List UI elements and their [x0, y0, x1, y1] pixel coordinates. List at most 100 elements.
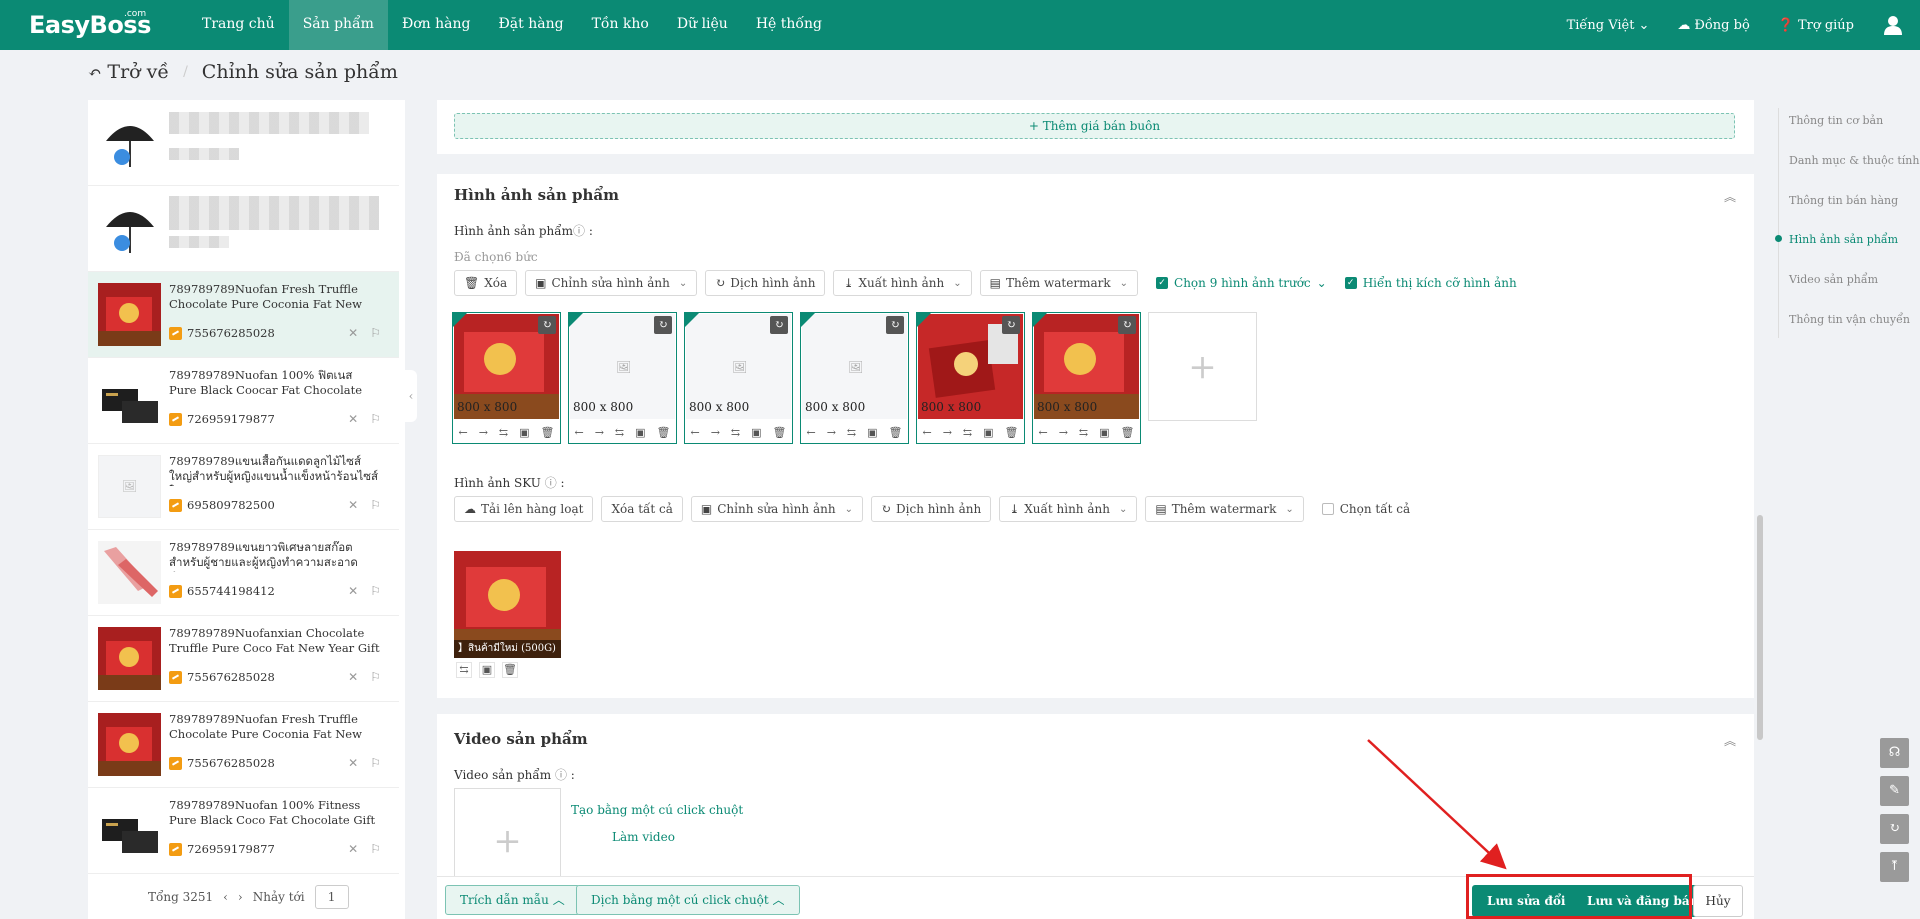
delete-all-button[interactable]: Xóa tất cả [601, 496, 683, 522]
one-click-translate-button[interactable]: Dịch bằng một cú click chuột ︿ [576, 885, 800, 915]
prev-page-icon[interactable]: ‹ [223, 890, 228, 904]
sync-button[interactable]: ☁ Đồng bộ [1677, 18, 1749, 33]
arrow-left-icon[interactable]: ← [458, 426, 467, 439]
cancel-button[interactable]: Hủy [1693, 885, 1743, 917]
collapse-panel-button[interactable]: ‹ [405, 370, 417, 422]
list-item[interactable]: 789789789Nuofan Fresh Truffle Chocolate … [88, 272, 399, 358]
rotate-icon[interactable]: ↻ [770, 316, 788, 334]
user-icon[interactable] [1884, 15, 1902, 35]
show-size-checkbox[interactable]: ✓ Hiển thị kích cỡ hình ảnh [1344, 276, 1517, 290]
swap-icon[interactable]: ⇆ [847, 426, 856, 439]
swap-icon[interactable]: ⇆ [1079, 426, 1088, 439]
make-video-link[interactable]: Làm video [612, 830, 675, 844]
sku-export-dropdown[interactable]: ⤓ Xuất hình ảnh ⌄ [999, 496, 1138, 522]
delete-button[interactable]: 🗑 Xóa [454, 270, 518, 296]
rotate-icon[interactable]: ↻ [1002, 316, 1020, 334]
arrow-left-icon[interactable]: ← [574, 426, 583, 439]
arrow-right-icon[interactable]: → [943, 426, 952, 439]
sku-image-tile[interactable]: 】สินค้ามีใหม่ (500G) [454, 551, 561, 658]
back-link[interactable]: Trở về [107, 61, 169, 83]
bulk-upload-button[interactable]: ☁ Tải lên hàng loạt [454, 496, 594, 522]
list-item[interactable]: 🖼 789789789แขนเสื้อกันแดดลูกไม้ไซส์ใหญ่ส… [88, 444, 399, 530]
rotate-icon[interactable]: ↻ [654, 316, 672, 334]
image-icon[interactable]: ▣ [519, 426, 529, 439]
list-item[interactable]: 789789789Nuofanxian Chocolate Truffle Pu… [88, 616, 399, 702]
arrow-left-icon[interactable]: ← [1038, 426, 1047, 439]
image-icon[interactable]: ▣ [479, 662, 495, 678]
back-icon[interactable]: ↶ [88, 63, 101, 82]
list-item[interactable]: 789789789Nuofan 100% Fitness Pure Black … [88, 788, 399, 874]
image-icon[interactable]: ▣ [1099, 426, 1109, 439]
flag-icon[interactable]: ⚐ [370, 412, 381, 426]
product-image-tile[interactable]: 🖼 ↻ 800 x 800 ← → ⇆ ▣ 🗑 [684, 312, 793, 444]
arrow-right-icon[interactable]: → [711, 426, 720, 439]
close-icon[interactable]: ✕ [348, 498, 358, 512]
add-wholesale-price-button[interactable]: + Thêm giá bán buôn [454, 113, 1735, 139]
list-item[interactable]: 789789789Nuofan Fresh Truffle Chocolate … [88, 702, 399, 788]
anchor-product-images[interactable]: Hình ảnh sản phẩm [1789, 233, 1898, 246]
swap-icon[interactable]: ⇆ [499, 426, 508, 439]
nav-home[interactable]: Trang chủ [188, 0, 289, 50]
headset-icon[interactable]: ☊ [1880, 738, 1909, 768]
image-icon[interactable]: ▣ [867, 426, 877, 439]
nav-orders[interactable]: Đơn hàng [388, 0, 485, 50]
help-icon[interactable]: ⓘ [573, 224, 585, 238]
help-icon[interactable]: ⓘ [555, 768, 567, 782]
add-image-button[interactable]: + [1148, 312, 1257, 421]
note-icon[interactable]: ✎ [1880, 776, 1909, 806]
flag-icon[interactable]: ⚐ [370, 670, 381, 684]
watermark-dropdown[interactable]: ▤ Thêm watermark ⌄ [979, 270, 1139, 296]
arrow-right-icon[interactable]: → [1059, 426, 1068, 439]
trash-icon[interactable]: 🗑 [502, 662, 518, 678]
arrow-left-icon[interactable]: ← [922, 426, 931, 439]
rotate-icon[interactable]: ↻ [1118, 316, 1136, 334]
sku-translate-button[interactable]: ↻ Dịch hình ảnh [870, 496, 992, 522]
product-image-tile[interactable]: ↻ 800 x 800 ← → ⇆ ▣ 🗑 [916, 312, 1025, 444]
close-icon[interactable]: ✕ [348, 326, 358, 340]
nav-products[interactable]: Sản phẩm [288, 0, 388, 50]
close-icon[interactable]: ✕ [348, 412, 358, 426]
next-page-icon[interactable]: › [238, 890, 243, 904]
swap-icon[interactable]: ⇆ [731, 426, 740, 439]
anchor-product-video[interactable]: Video sản phẩm [1789, 273, 1878, 286]
list-item[interactable]: 789789789Nuofan 100% ฟิตเนส Pure Black C… [88, 358, 399, 444]
flag-icon[interactable]: ⚐ [370, 584, 381, 598]
nav-data[interactable]: Dữ liệu [663, 0, 742, 50]
trash-icon[interactable]: 🗑 [1120, 426, 1134, 439]
sku-edit-image-dropdown[interactable]: ▣ Chỉnh sửa hình ảnh ⌄ [690, 496, 863, 522]
choose-first-9-checkbox[interactable]: ✓ Chọn 9 hình ảnh trước ⌄ [1156, 276, 1327, 290]
refresh-icon[interactable]: ↻ [1880, 814, 1909, 844]
language-selector[interactable]: Tiếng Việt ⌄ [1567, 18, 1650, 33]
help-button[interactable]: ❓ Trợ giúp [1778, 18, 1854, 33]
page-input[interactable]: 1 [314, 885, 349, 909]
trash-icon[interactable]: 🗑 [656, 426, 670, 439]
arrow-right-icon[interactable]: → [479, 426, 488, 439]
nav-inventory[interactable]: Tồn kho [578, 0, 663, 50]
back-to-top-icon[interactable]: ⤒ [1880, 852, 1909, 882]
close-icon[interactable]: ✕ [348, 756, 358, 770]
image-icon[interactable]: ▣ [635, 426, 645, 439]
close-icon[interactable]: ✕ [348, 670, 358, 684]
quote-template-button[interactable]: Trích dẫn mẫu ︿ [445, 885, 580, 915]
image-icon[interactable]: ▣ [983, 426, 993, 439]
trash-icon[interactable]: 🗑 [1004, 426, 1018, 439]
anchor-category[interactable]: Danh mục & thuộc tính [1789, 154, 1919, 167]
trash-icon[interactable]: 🗑 [888, 426, 902, 439]
flag-icon[interactable]: ⚐ [370, 756, 381, 770]
rotate-icon[interactable]: ↻ [538, 316, 556, 334]
nav-system[interactable]: Hệ thống [742, 0, 836, 50]
one-click-create-link[interactable]: Tạo bằng một cú click chuột [571, 803, 743, 817]
flag-icon[interactable]: ⚐ [370, 498, 381, 512]
anchor-basic-info[interactable]: Thông tin cơ bản [1789, 114, 1883, 127]
trash-icon[interactable]: 🗑 [772, 426, 786, 439]
anchor-sales-info[interactable]: Thông tin bán hàng [1789, 194, 1898, 207]
sku-watermark-dropdown[interactable]: ▤ Thêm watermark ⌄ [1145, 496, 1304, 522]
rotate-icon[interactable]: ↻ [886, 316, 904, 334]
export-image-dropdown[interactable]: ⤓ Xuất hình ảnh ⌄ [833, 270, 972, 296]
edit-image-dropdown[interactable]: ▣ Chỉnh sửa hình ảnh ⌄ [525, 270, 698, 296]
select-all-checkbox[interactable]: Chọn tất cả [1321, 502, 1410, 516]
list-item-blurred[interactable] [88, 186, 399, 272]
anchor-shipping-info[interactable]: Thông tin vận chuyển [1789, 313, 1910, 326]
product-image-tile[interactable]: 🖼 ↻ 800 x 800 ← → ⇆ ▣ 🗑 [800, 312, 909, 444]
product-image-tile[interactable]: ↻ 800 x 800 ← → ⇆ ▣ 🗑 [452, 312, 561, 444]
